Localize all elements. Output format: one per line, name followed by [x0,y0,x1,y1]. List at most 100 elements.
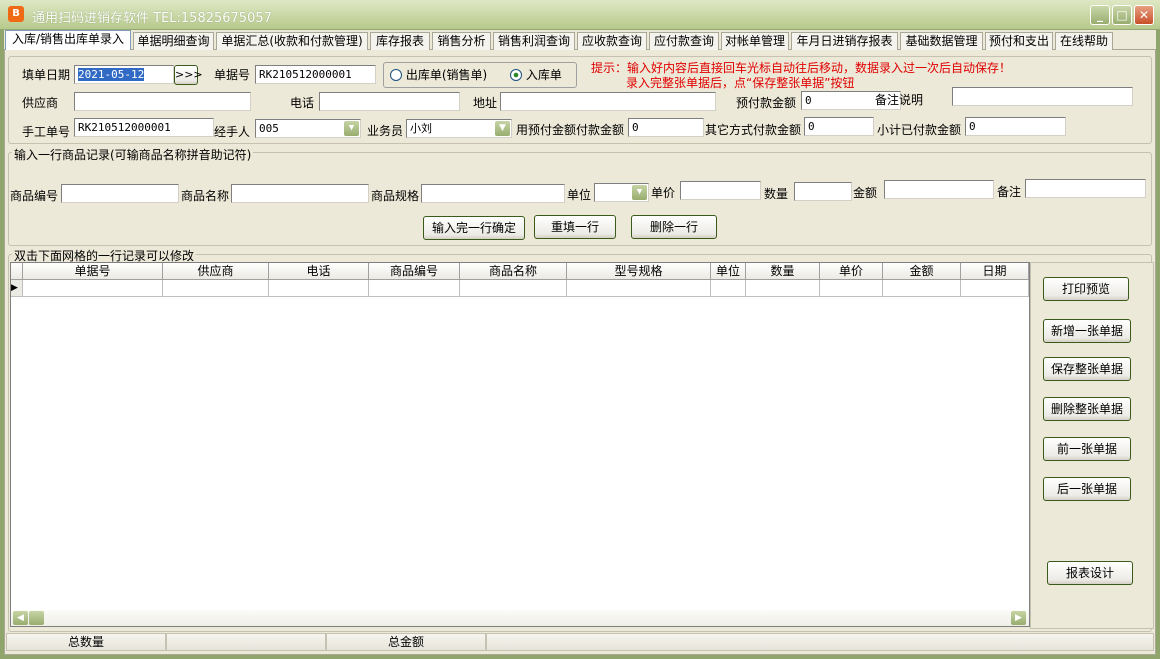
delete-row-button[interactable]: 删除一行 [631,215,717,239]
hint-line-2: 录入完整张单据后，点“保存整张单据”按钮 [626,76,855,90]
prepay-pay-label: 用预付金额付款金额 [516,123,625,137]
records-grid[interactable]: 单据号 供应商 电话 商品编号 商品名称 型号规格 单位 数量 单价 金额 日期… [10,262,1030,627]
col-item-name[interactable]: 商品名称 [460,263,567,280]
scroll-thumb[interactable] [29,611,44,625]
title-bar: B 通用扫码进销存软件 TEL:15825675057 _ □ ✕ [0,0,1160,30]
remark-label: 备注说明 [875,93,924,107]
grid-cell[interactable] [961,280,1029,297]
grid-cell[interactable] [269,280,369,297]
confirm-row-button[interactable]: 输入完一行确定 [423,216,525,240]
amount-label: 金额 [853,186,878,200]
supplier-label: 供应商 [22,96,59,110]
col-qty[interactable]: 数量 [746,263,820,280]
subtotal-label: 小计已付款金额 [877,123,962,137]
item-spec-input[interactable] [421,184,565,203]
tab-detail-query[interactable]: 单据明细查询 [133,32,214,50]
date-input[interactable]: 2021-05-12 [74,65,174,84]
col-spec[interactable]: 型号规格 [567,263,711,280]
tab-sales-analysis[interactable]: 销售分析 [432,32,491,50]
item-name-input[interactable] [231,184,369,203]
qty-input[interactable] [794,182,852,201]
phone-input[interactable] [319,92,460,111]
unit-label: 单位 [567,188,592,202]
manual-no-input[interactable]: RK210512000001 [74,118,214,137]
delete-doc-button[interactable]: 删除整张单据 [1043,397,1131,421]
minimize-button[interactable]: _ [1090,5,1110,25]
refill-row-button[interactable]: 重填一行 [534,215,616,239]
tab-statement[interactable]: 对帐单管理 [721,32,789,50]
chevron-down-icon[interactable]: ▼ [632,185,647,200]
total-amount-label: 总金额 [326,633,486,651]
chevron-down-icon[interactable]: ▼ [344,121,359,136]
grid-cell[interactable] [711,280,746,297]
date-label: 填单日期 [22,68,71,82]
supplier-input[interactable] [74,92,251,111]
item-code-input[interactable] [61,184,179,203]
note-input[interactable] [1025,179,1146,198]
doc-no-input[interactable]: RK210512000001 [255,65,376,84]
scroll-left-icon[interactable]: ◀ [13,611,28,625]
col-phone[interactable]: 电话 [269,263,369,280]
item-name-label: 商品名称 [181,189,230,203]
tab-basic-data[interactable]: 基础数据管理 [900,32,983,50]
grid-cell[interactable] [23,280,163,297]
prev-doc-button[interactable]: 前一张单据 [1043,437,1131,461]
address-input[interactable] [500,92,716,111]
col-amount[interactable]: 金额 [883,263,961,280]
grid-cell[interactable] [567,280,711,297]
col-supplier[interactable]: 供应商 [163,263,269,280]
date-picker-button[interactable]: >>> [174,65,203,85]
salesman-value: 小刘 [410,122,432,135]
maximize-button[interactable]: □ [1112,5,1132,25]
subtotal-input[interactable]: 0 [965,117,1066,136]
print-preview-button[interactable]: 打印预览 [1043,277,1129,301]
grid-cell[interactable] [883,280,961,297]
client-area: 入库/销售出库单录入 单据明细查询 单据汇总(收款和付款管理) 库存报表 销售分… [4,30,1156,655]
price-input[interactable] [680,181,761,200]
scroll-right-icon[interactable]: ▶ [1011,611,1026,625]
col-price[interactable]: 单价 [820,263,883,280]
tab-summary[interactable]: 单据汇总(收款和付款管理) [216,32,368,50]
price-label: 单价 [651,186,676,200]
tab-receivable[interactable]: 应收款查询 [577,32,647,50]
grid-cell[interactable] [163,280,269,297]
radio-out[interactable]: 出库单(销售单) [390,66,487,83]
item-entry-title: 输入一行商品记录(可输商品名称拼音助记符) [12,146,254,163]
tab-profit[interactable]: 销售利润查询 [493,32,575,50]
col-unit[interactable]: 单位 [711,263,746,280]
grid-cell[interactable] [746,280,820,297]
radio-out-label: 出库单(销售单) [405,68,488,82]
grid-cell[interactable] [820,280,883,297]
next-doc-button[interactable]: 后一张单据 [1043,477,1131,501]
unit-select[interactable]: ▼ [594,183,649,202]
grid-cell[interactable] [460,280,567,297]
window-title: 通用扫码进销存软件 TEL:15825675057 [32,11,272,26]
tab-prepay[interactable]: 预付和支出 [985,32,1053,50]
col-date[interactable]: 日期 [961,263,1029,280]
report-design-button[interactable]: 报表设计 [1047,561,1133,585]
amount-input[interactable] [884,180,994,199]
tab-period-report[interactable]: 年月日进销存报表 [791,32,898,50]
save-doc-button[interactable]: 保存整张单据 [1043,357,1131,381]
close-button[interactable]: ✕ [1134,5,1154,25]
remark-input[interactable] [952,87,1133,106]
tab-payable[interactable]: 应付款查询 [649,32,719,50]
horizontal-scrollbar[interactable]: ◀ ▶ [11,610,1029,626]
tab-entry[interactable]: 入库/销售出库单录入 [5,30,131,50]
radio-in-label: 入库单 [525,68,562,82]
doc-no-label: 单据号 [214,68,251,82]
tab-inventory[interactable]: 库存报表 [370,32,430,50]
radio-in[interactable]: 入库单 [510,66,562,83]
salesman-label: 业务员 [367,124,404,138]
grid-cell[interactable] [369,280,460,297]
salesman-select[interactable]: 小刘 ▼ [406,119,512,138]
radio-icon [390,69,402,81]
prepay-pay-input[interactable]: 0 [628,118,704,137]
other-pay-input[interactable]: 0 [804,117,874,136]
col-doc-no[interactable]: 单据号 [23,263,163,280]
new-doc-button[interactable]: 新增一张单据 [1043,319,1131,343]
col-item-code[interactable]: 商品编号 [369,263,460,280]
chevron-down-icon[interactable]: ▼ [495,121,510,136]
handler-select[interactable]: 005 ▼ [255,119,361,138]
tab-help[interactable]: 在线帮助 [1055,32,1113,50]
